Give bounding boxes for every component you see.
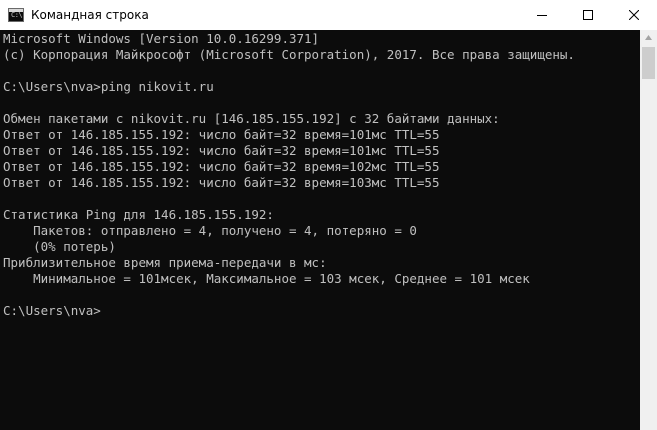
console-line: Ответ от 146.185.155.192: число байт=32 … [3, 175, 440, 190]
console-line: Обмен пакетами с nikovit.ru [146.185.155… [3, 111, 500, 126]
console-line: Пакетов: отправлено = 4, получено = 4, п… [3, 223, 417, 238]
console-line: (0% потерь) [3, 239, 116, 254]
scroll-up-arrow-icon[interactable] [645, 35, 652, 40]
window-title: Командная строка [31, 8, 149, 22]
cmd-icon[interactable]: C:\ [8, 8, 24, 22]
minimize-button[interactable] [519, 0, 565, 30]
title-bar[interactable]: C:\ Командная строка [0, 0, 657, 30]
console-line: Ответ от 146.185.155.192: число байт=32 … [3, 159, 440, 174]
console-line: Статистика Ping для 146.185.155.192: [3, 207, 274, 222]
console-line: C:\Users\nva>ping nikovit.ru [3, 79, 214, 94]
console-line: Приблизительное время приема-передачи в … [3, 255, 327, 270]
close-button[interactable] [611, 0, 657, 30]
maximize-button[interactable] [565, 0, 611, 30]
vertical-scrollbar[interactable] [640, 30, 657, 430]
minimize-icon [537, 15, 547, 16]
console-line: Минимальное = 101мсек, Максимальное = 10… [3, 271, 530, 286]
scrollbar-thumb[interactable] [642, 47, 655, 79]
console-line: Microsoft Windows [Version 10.0.16299.37… [3, 31, 320, 46]
console-line: (c) Корпорация Майкрософт (Microsoft Cor… [3, 47, 575, 62]
console-prompt: C:\Users\nva> [3, 303, 101, 318]
cmd-icon-glyph: C:\ [11, 11, 23, 19]
console-line: Ответ от 146.185.155.192: число байт=32 … [3, 127, 440, 142]
close-icon [629, 10, 639, 20]
maximize-icon [583, 10, 593, 20]
cmd-window: C:\ Командная строка Microsoft Windows [… [0, 0, 657, 430]
console-output[interactable]: Microsoft Windows [Version 10.0.16299.37… [0, 30, 640, 430]
console-line: Ответ от 146.185.155.192: число байт=32 … [3, 143, 440, 158]
